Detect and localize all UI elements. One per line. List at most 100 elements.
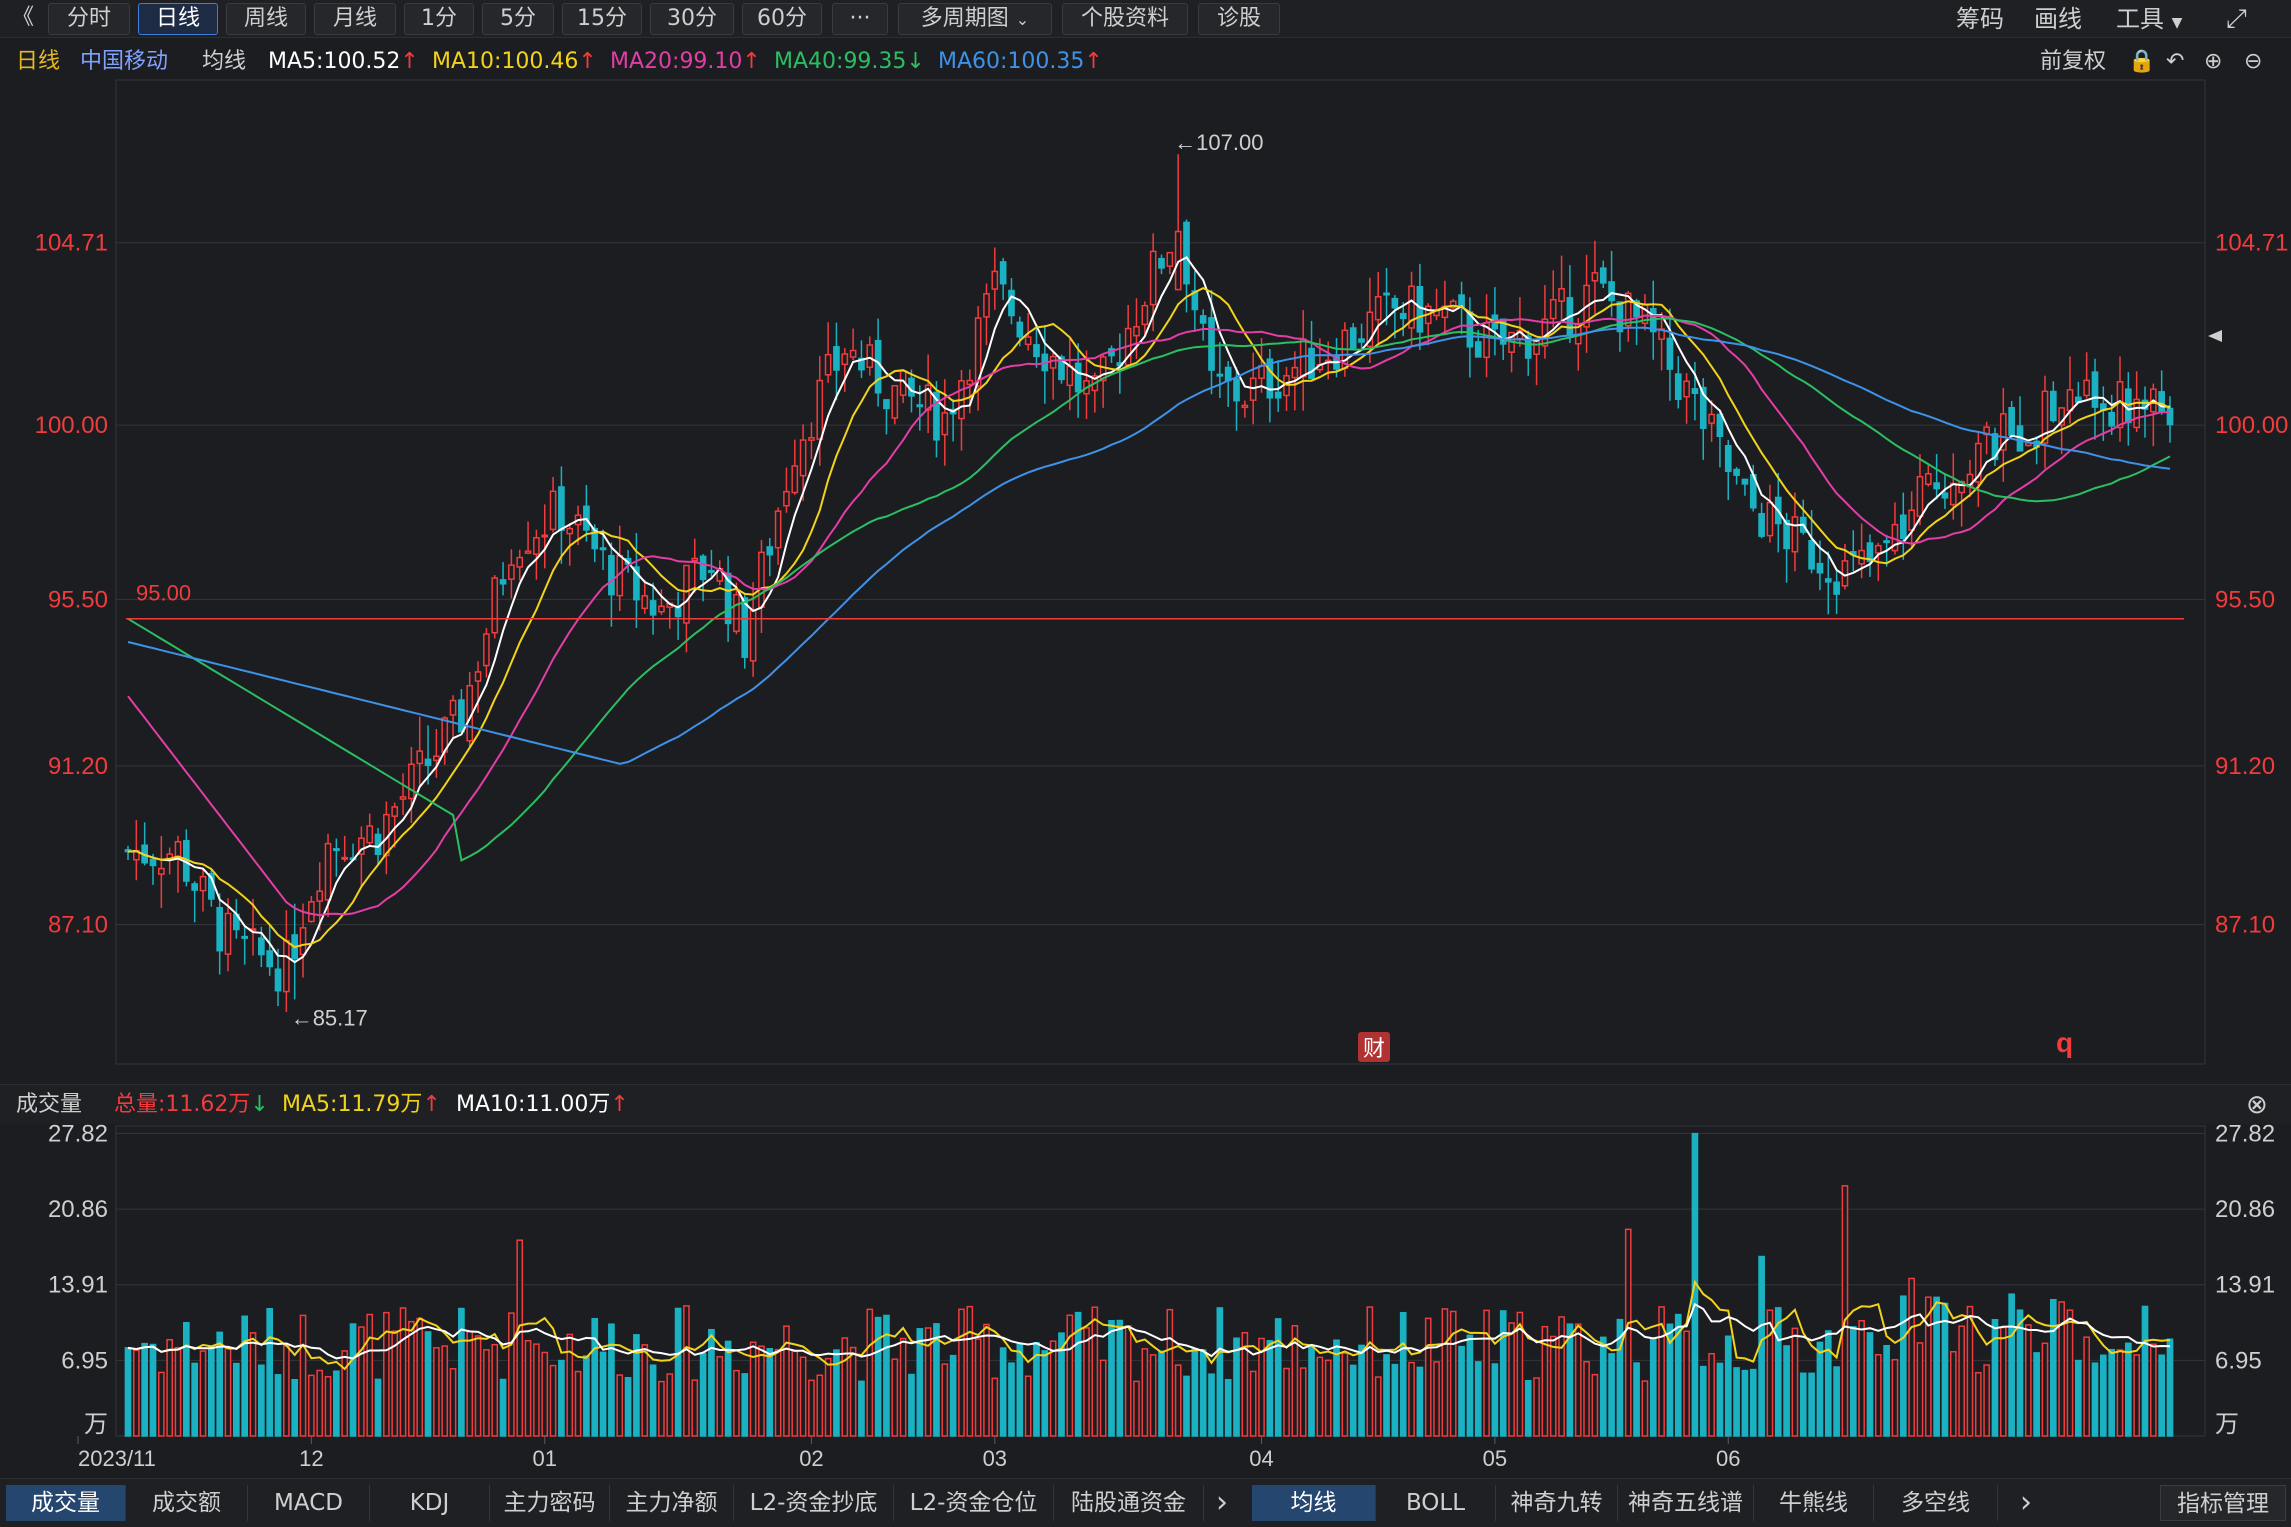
overlay-tab-4[interactable]: 牛熊线 xyxy=(1754,1485,1874,1521)
ma20-line xyxy=(127,314,2171,917)
volume-bar xyxy=(658,1380,665,1437)
ma60-line xyxy=(127,326,2171,765)
candle-body xyxy=(966,379,974,386)
candle-body xyxy=(149,858,157,867)
candle-body xyxy=(599,547,607,551)
volume-bar xyxy=(1108,1319,1115,1437)
volume-bar xyxy=(191,1362,199,1437)
overlay-tab-1[interactable]: BOLL xyxy=(1376,1485,1496,1521)
volume-bar xyxy=(283,1345,290,1437)
x-axis-label: 03 xyxy=(983,1446,1007,1471)
indicator-tab-8[interactable]: 陆股通资金 xyxy=(1054,1485,1204,1521)
volume-bar xyxy=(949,1354,957,1437)
candle-body xyxy=(999,261,1007,285)
candle-body xyxy=(2066,389,2074,412)
volume-bar xyxy=(166,1338,174,1437)
volume-bar xyxy=(366,1313,374,1437)
volume-bar xyxy=(1649,1338,1657,1437)
volume-bar xyxy=(2141,1305,2149,1437)
volume-bar xyxy=(1899,1295,1907,1437)
volume-bar xyxy=(2108,1348,2115,1437)
indicator-tab-1[interactable]: 成交额 xyxy=(126,1485,248,1521)
volume-bar xyxy=(1766,1309,1774,1437)
indicator-tab-2[interactable]: MACD xyxy=(248,1485,370,1521)
candle-body xyxy=(1166,251,1174,267)
volume-bar xyxy=(291,1379,299,1437)
volume-tick-left: 6.95 xyxy=(61,1347,108,1374)
candle-body xyxy=(2108,411,2115,427)
event-marker: q xyxy=(2056,1027,2073,1058)
volume-bar xyxy=(1266,1340,1274,1437)
volume-bar xyxy=(1749,1368,1757,1437)
candle-body xyxy=(524,550,532,554)
overlay-tab-0[interactable]: 均线 xyxy=(1252,1485,1376,1521)
price-tick-right: 104.71 xyxy=(2215,230,2288,257)
volume-bar xyxy=(1324,1359,1332,1437)
volume-bar xyxy=(808,1379,815,1437)
tabs-scroll-right-icon-2[interactable]: › xyxy=(2008,1485,2044,1521)
candle-body xyxy=(991,270,999,290)
candle-body xyxy=(199,875,207,892)
candle-body xyxy=(566,527,574,535)
volume-bar xyxy=(1716,1362,1724,1437)
volume-bar xyxy=(983,1323,990,1437)
volume-bar xyxy=(524,1339,532,1437)
candle-body xyxy=(366,825,374,844)
volume-bar xyxy=(1358,1344,1365,1437)
tabs-scroll-right-icon[interactable]: › xyxy=(1204,1485,1240,1521)
indicator-management-button[interactable]: 指标管理 xyxy=(2160,1485,2286,1521)
volume-bar xyxy=(1441,1308,1449,1437)
volume-bar xyxy=(333,1370,340,1437)
candle-body xyxy=(408,763,415,800)
volume-bar xyxy=(2116,1349,2124,1437)
volume-bar xyxy=(1366,1306,1374,1437)
volume-bar xyxy=(641,1344,649,1437)
volume-bar xyxy=(766,1348,774,1437)
indicator-tab-7[interactable]: L2-资金仓位 xyxy=(894,1485,1054,1521)
candle-body xyxy=(216,906,224,952)
volume-bar xyxy=(974,1338,982,1437)
volume-bar xyxy=(1091,1306,1099,1437)
overlay-tab-3[interactable]: 神奇五线谱 xyxy=(1618,1485,1754,1521)
volume-bar xyxy=(358,1326,365,1437)
volume-bar xyxy=(858,1380,865,1437)
volume-bar xyxy=(341,1350,349,1437)
volume-bar xyxy=(508,1312,515,1437)
candle-body xyxy=(1416,285,1424,333)
volume-bar xyxy=(349,1323,357,1437)
candle-body xyxy=(1824,578,1832,583)
volume-bar xyxy=(133,1349,140,1437)
volume-bar xyxy=(1041,1350,1049,1437)
overlay-tab-5[interactable]: 多空线 xyxy=(1874,1485,1998,1521)
volume-bar xyxy=(1808,1372,1815,1437)
kline-chart[interactable]: 104.71 104.71 100.00 100.00 95.50 95.50 91.20 9… xyxy=(0,0,2291,1527)
volume-bar xyxy=(1849,1326,1857,1437)
volume-tick-right: 27.82 xyxy=(2215,1120,2275,1147)
candle-body xyxy=(1941,492,1949,499)
indicator-tab-6[interactable]: L2-资金抄底 xyxy=(734,1485,894,1521)
volume-bar xyxy=(299,1314,307,1437)
indicator-tab-4[interactable]: 主力密码 xyxy=(490,1485,610,1521)
volume-bar xyxy=(408,1320,415,1437)
candle-body xyxy=(416,750,424,765)
candle-body xyxy=(2116,381,2124,429)
ma5-line xyxy=(127,256,2171,964)
candle-body xyxy=(1208,317,1215,371)
indicator-tab-5[interactable]: 主力净额 xyxy=(610,1485,734,1521)
overlay-tab-2[interactable]: 神奇九转 xyxy=(1496,1485,1618,1521)
indicator-tab-0[interactable]: 成交量 xyxy=(6,1485,126,1521)
volume-bar xyxy=(574,1370,582,1437)
volume-bar xyxy=(374,1378,382,1437)
volume-bar xyxy=(1824,1330,1832,1437)
volume-bar xyxy=(1133,1380,1140,1437)
candle-body xyxy=(324,842,332,901)
volume-bar xyxy=(2033,1352,2040,1437)
volume-bar xyxy=(1949,1350,1957,1437)
volume-bar xyxy=(1508,1322,1515,1437)
indicator-tab-3[interactable]: KDJ xyxy=(370,1485,490,1521)
candle-body xyxy=(1791,516,1799,553)
candle-body xyxy=(1016,321,1024,338)
candle-body xyxy=(1158,257,1165,269)
volume-bar xyxy=(1741,1369,1749,1437)
volume-bar xyxy=(1699,1365,1707,1437)
